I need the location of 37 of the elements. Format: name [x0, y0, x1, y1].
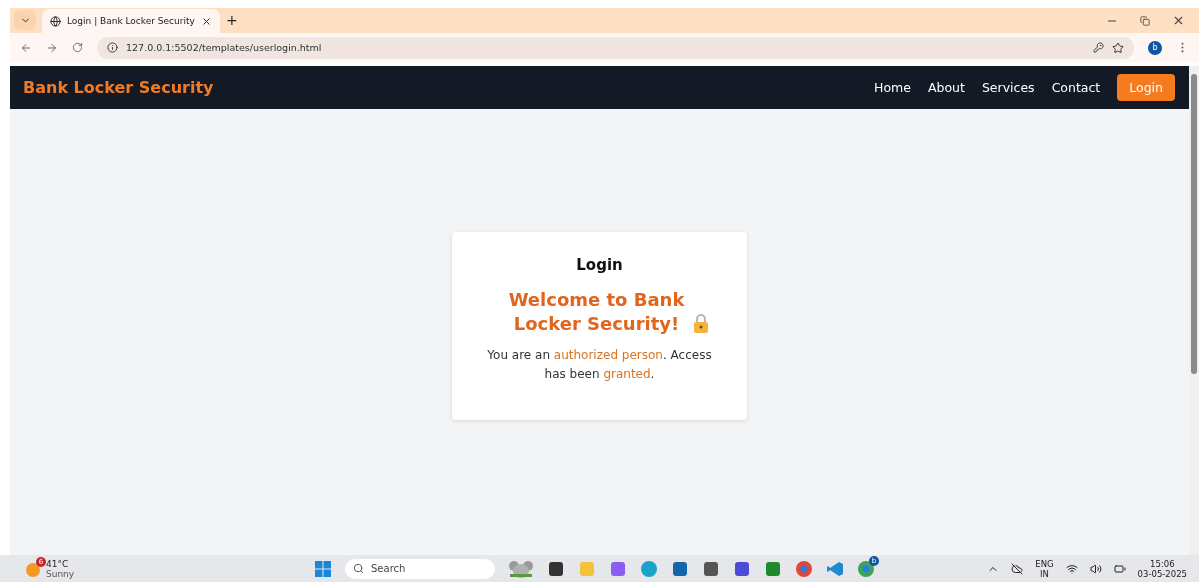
padlock-icon — [692, 313, 709, 333]
welcome-heading: Welcome to Bank Locker Security! — [507, 288, 686, 336]
new-tab-button[interactable]: + — [226, 12, 238, 28]
nav-link[interactable]: Services — [981, 80, 1035, 95]
info-icon — [107, 42, 118, 53]
clock[interactable]: 15:06 03-05-2025 — [1137, 558, 1187, 579]
search-icon — [353, 563, 364, 574]
access-message: You are an authorized person. Access has been granted. — [486, 347, 713, 383]
weather-condition: Sunny — [46, 568, 75, 579]
cloud-off-icon[interactable] — [1011, 562, 1024, 575]
temperature: 41°C — [46, 558, 70, 569]
scrollbar[interactable] — [1189, 66, 1199, 555]
taskbar-search[interactable]: Search — [345, 558, 495, 579]
key-icon[interactable] — [1093, 42, 1104, 53]
star-icon[interactable] — [1112, 41, 1124, 54]
address-bar[interactable]: 127.0.0.1:5502/templates/userlogin.html — [97, 36, 1134, 59]
koala-icon[interactable] — [508, 559, 534, 578]
browser-tab[interactable]: Login | Bank Locker Security — [42, 9, 220, 33]
tab-menu-button[interactable] — [14, 10, 36, 30]
close-icon[interactable] — [201, 15, 212, 27]
nav-link[interactable]: About — [927, 80, 965, 95]
forward-icon[interactable] — [46, 41, 58, 54]
card-title: Login — [576, 256, 623, 274]
close-icon[interactable] — [1172, 14, 1185, 27]
globe-icon — [50, 15, 61, 27]
language-indicator[interactable]: ENG IN — [1035, 558, 1054, 579]
volume-icon[interactable] — [1089, 562, 1102, 575]
reload-icon[interactable] — [72, 42, 83, 53]
brand-logo[interactable]: Bank Locker Security — [23, 78, 214, 97]
windows-start-icon[interactable] — [314, 559, 332, 578]
battery-icon[interactable] — [1113, 562, 1126, 575]
profile-avatar[interactable]: b — [1148, 40, 1162, 55]
nav-link[interactable]: Contact — [1051, 80, 1101, 95]
restore-icon[interactable] — [1140, 15, 1150, 26]
nav-link[interactable]: Home — [874, 80, 911, 95]
wifi-icon[interactable] — [1065, 562, 1078, 575]
back-icon[interactable] — [20, 41, 32, 54]
